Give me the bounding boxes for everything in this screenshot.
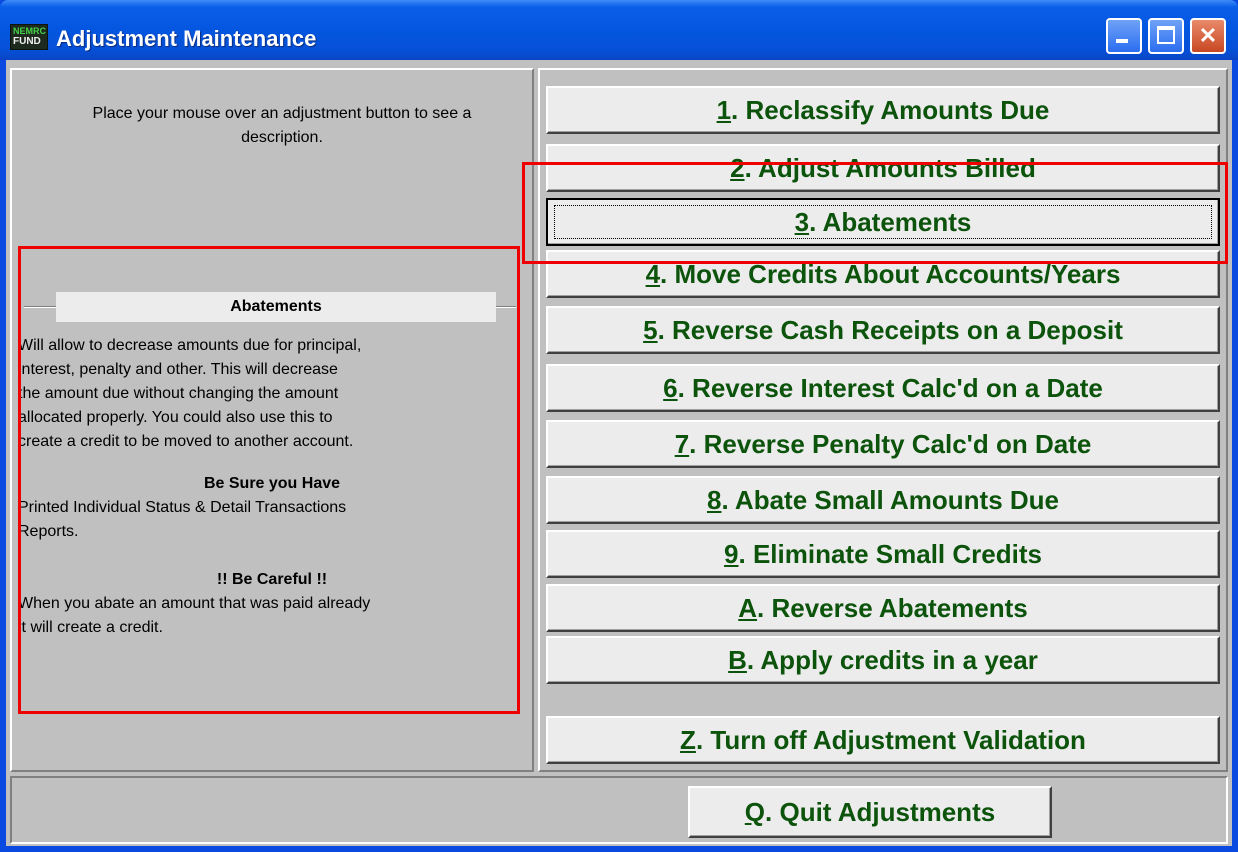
shortcut-key: 8 xyxy=(706,485,722,515)
abate-small-amounts-button[interactable]: 8. Abate Small Amounts Due xyxy=(546,476,1220,524)
app-icon-top-text: NEMRC xyxy=(13,26,46,36)
bottom-bar: Q. Quit Adjustments xyxy=(10,776,1228,844)
client-area: Place your mouse over an adjustment butt… xyxy=(6,60,1232,846)
button-label: . Reverse Penalty Calc'd on Date xyxy=(689,429,1092,459)
quit-adjustments-button[interactable]: Q. Quit Adjustments xyxy=(688,786,1052,838)
shortcut-key: Z xyxy=(680,725,696,755)
button-label: . Quit Adjustments xyxy=(765,797,996,827)
button-label: . Eliminate Small Credits xyxy=(738,539,1042,569)
eliminate-small-credits-button[interactable]: 9. Eliminate Small Credits xyxy=(546,530,1220,578)
shortcut-key: 1 xyxy=(716,95,732,125)
reverse-cash-receipts-button[interactable]: 5. Reverse Cash Receipts on a Deposit xyxy=(546,306,1220,354)
shortcut-key: 7 xyxy=(674,429,690,459)
reverse-abatements-button[interactable]: A. Reverse Abatements xyxy=(546,584,1220,632)
shortcut-key: B xyxy=(728,645,747,675)
app-window: NEMRC FUND Adjustment Maintenance ✕ Plac… xyxy=(0,0,1238,852)
reverse-penalty-button[interactable]: 7. Reverse Penalty Calc'd on Date xyxy=(546,420,1220,468)
button-label: . Turn off Adjustment Validation xyxy=(695,725,1086,755)
hover-hint: Place your mouse over an adjustment butt… xyxy=(92,105,472,146)
turn-off-validation-button[interactable]: Z. Turn off Adjustment Validation xyxy=(546,716,1220,764)
shortcut-key: 5 xyxy=(643,315,658,345)
button-label: . Reverse Interest Calc'd on a Date xyxy=(677,373,1103,403)
button-label: . Reverse Abatements xyxy=(757,593,1028,623)
minimize-button[interactable] xyxy=(1106,18,1142,54)
button-label: . Abate Small Amounts Due xyxy=(721,485,1060,515)
window-title: Adjustment Maintenance xyxy=(56,26,317,51)
shortcut-key: 6 xyxy=(663,373,678,403)
shortcut-key: Q xyxy=(744,797,766,827)
title-bar[interactable]: NEMRC FUND Adjustment Maintenance ✕ xyxy=(0,0,1238,60)
minimize-icon xyxy=(1116,39,1128,43)
maximize-icon xyxy=(1157,26,1175,44)
button-label: . Reclassify Amounts Due xyxy=(731,95,1050,125)
reclassify-amounts-due-button[interactable]: 1. Reclassify Amounts Due xyxy=(546,86,1220,134)
button-label: . Apply credits in a year xyxy=(746,645,1038,675)
maximize-button[interactable] xyxy=(1148,18,1184,54)
apply-credits-button[interactable]: B. Apply credits in a year xyxy=(546,636,1220,684)
shortcut-key: A xyxy=(738,593,758,623)
shortcut-key: 9 xyxy=(724,539,739,569)
close-button[interactable]: ✕ xyxy=(1190,18,1226,54)
close-icon: ✕ xyxy=(1198,23,1218,48)
abatements-highlight-box xyxy=(522,162,1228,264)
app-icon: NEMRC FUND xyxy=(10,24,48,50)
button-label: . Reverse Cash Receipts on a Deposit xyxy=(657,315,1123,345)
description-highlight-box xyxy=(18,246,520,714)
app-icon-bottom-text: FUND xyxy=(13,36,41,47)
reverse-interest-button[interactable]: 6. Reverse Interest Calc'd on a Date xyxy=(546,364,1220,412)
